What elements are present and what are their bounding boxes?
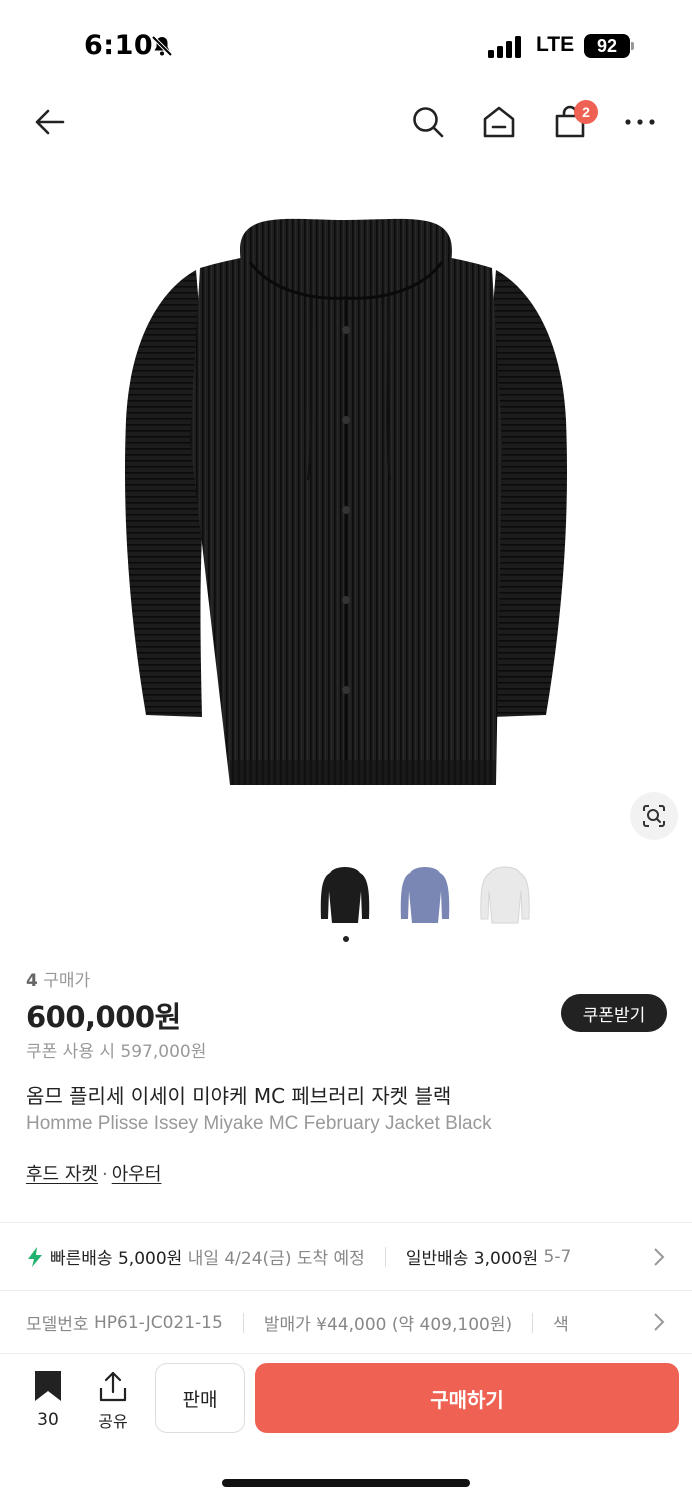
home-button[interactable] [475, 92, 523, 152]
lens-search-icon [643, 805, 665, 827]
bell-off-icon [151, 35, 173, 57]
divider [0, 1290, 692, 1291]
model-number-value: HP61-JC021-15 [93, 1312, 223, 1333]
jacket-thumbnail-icon [400, 867, 450, 923]
lightning-icon [28, 1246, 42, 1267]
chevron-right-icon [654, 1313, 665, 1331]
separator [384, 1246, 386, 1267]
bookmark-count: 30 [37, 1410, 59, 1430]
thumbnail-black[interactable] [312, 856, 378, 932]
release-price-label: 발매가 [263, 1315, 311, 1335]
back-button[interactable] [26, 92, 74, 152]
status-bar: 6:10 LTE 92 [0, 0, 692, 92]
shipping-options-row[interactable]: 빠른배송 5,000원 내일 4/24(금) 도착 예정 일반배송 3,000원… [0, 1226, 692, 1288]
get-coupon-button[interactable]: 쿠폰받기 [561, 994, 667, 1032]
arrow-left-icon [35, 109, 65, 135]
cart-badge: 2 [574, 100, 598, 124]
color-label: 색 [553, 1315, 569, 1335]
jacket-thumbnail-icon [480, 866, 530, 924]
thumbnail-blue[interactable] [392, 856, 458, 932]
network-label: LTE [536, 33, 575, 56]
trade-count-number: 4 [26, 971, 38, 991]
trade-count: 4 구매가 [26, 966, 90, 991]
product-price: 600,000원 [26, 1000, 181, 1034]
battery-icon: 92 [584, 34, 630, 58]
model-number-label: 모델번호 [26, 1315, 89, 1335]
home-icon [483, 106, 515, 138]
category-link-outer[interactable]: 아우터 [112, 1164, 162, 1185]
bookmark-icon [35, 1371, 61, 1401]
fast-shipping-price: 5,000원 [117, 1249, 183, 1269]
normal-shipping-eta: 5-7 [543, 1246, 572, 1267]
share-button[interactable]: 공유 [86, 1370, 140, 1431]
normal-shipping-label: 일반배송 [405, 1249, 469, 1269]
bookmark-button[interactable]: 30 [20, 1370, 76, 1430]
separator [242, 1312, 244, 1333]
nav-bar: 2 [0, 92, 692, 152]
more-button[interactable] [616, 92, 664, 152]
thumbnail-white[interactable] [472, 856, 538, 932]
divider [0, 1222, 692, 1223]
bottom-action-bar: 30 공유 판매 구매하기 [0, 1353, 692, 1453]
release-price-value: ¥44,000 (약 409,100원) [316, 1315, 513, 1335]
more-dots-icon [625, 119, 655, 125]
buy-button[interactable]: 구매하기 [255, 1363, 679, 1433]
fast-shipping-label: 빠른배송 [50, 1249, 113, 1269]
separator [532, 1312, 534, 1333]
battery-tip [631, 42, 634, 50]
status-time: 6:10 [84, 30, 154, 61]
spec-row[interactable]: 모델번호 HP61-JC021-15 발매가 ¥44,000 (약 409,10… [0, 1292, 692, 1352]
chevron-right-icon [654, 1248, 665, 1266]
thumbnail-list [312, 856, 538, 936]
trade-count-label: 구매가 [43, 971, 91, 991]
sell-button[interactable]: 판매 [155, 1363, 245, 1433]
product-title-en: Homme Plisse Issey Miyake MC February Ja… [26, 1113, 492, 1134]
image-search-button[interactable] [630, 792, 678, 840]
category-breadcrumb: 후드 자켓 · 아우터 [26, 1160, 161, 1186]
share-label: 공유 [98, 1412, 128, 1431]
signal-icon [488, 36, 521, 58]
product-image[interactable] [100, 190, 592, 810]
coupon-price: 쿠폰 사용 시 597,000원 [26, 1042, 207, 1062]
category-separator: · [101, 1164, 108, 1185]
fast-shipping-eta: 내일 4/24(금) 도착 예정 [187, 1249, 365, 1269]
search-button[interactable] [404, 92, 452, 152]
category-link-hood-jacket[interactable]: 후드 자켓 [26, 1164, 98, 1185]
carousel-indicator [343, 936, 349, 942]
normal-shipping-price: 3,000원 [473, 1249, 539, 1269]
search-icon [413, 107, 444, 138]
product-title-ko: 옴므 플리세 이세이 미야케 MC 페브러리 자켓 블랙 [26, 1084, 452, 1108]
jacket-thumbnail-icon [320, 867, 370, 923]
cart-button[interactable]: 2 [546, 92, 598, 152]
home-indicator [222, 1479, 470, 1487]
share-icon [99, 1371, 127, 1402]
